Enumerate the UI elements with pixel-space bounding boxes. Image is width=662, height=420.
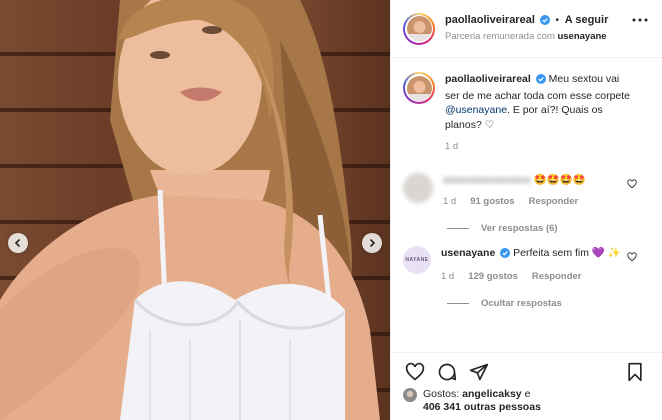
caption-avatar[interactable] [403,72,435,104]
caption-mention[interactable]: @usenayane [445,104,507,116]
comment-username[interactable]: xxxxxxxxxxxxxxx [443,174,531,186]
view-replies-button[interactable]: Ver respostas (6) [447,223,651,234]
likes-prefix: Gostos: [423,388,460,400]
author-avatar[interactable] [403,12,435,45]
reply-button[interactable]: Responder [532,270,582,285]
paid-partnership-label: Parceria remunerada com usenayane [445,31,607,42]
comment: xxxxxxxxxxxxxxx 🤩🤩🤩🤩 1 d 91 gostos Respo… [403,172,651,210]
verified-icon [500,247,511,263]
comment-likes[interactable]: 91 gostos [470,195,514,210]
separator-dot: • [555,15,559,26]
comment-meta: 1 d 91 gostos Responder [443,195,633,210]
caption-meta: 1 d [445,140,635,155]
caption-username[interactable]: paollaoliveirareal [445,73,531,85]
caption: paollaoliveirareal Meu sextou vai ser de… [403,72,651,155]
chevron-right-icon [369,238,376,248]
verified-icon [539,15,550,30]
share-icon[interactable] [469,362,489,382]
partner-link[interactable]: usenayane [557,31,606,42]
post-header: paollaoliveirareal • A seguir Parceria r… [391,0,662,58]
following-button[interactable]: A seguir [565,14,609,26]
selfie-illustration [0,0,380,420]
comment: NAYANE usenayane Perfeita sem fim 💜 ✨ 1 … [403,245,651,285]
comment-text: 🤩🤩🤩🤩 [533,173,586,186]
comment-meta: 1 d 129 gostos Responder [441,270,631,285]
bookmark-icon[interactable] [625,362,645,382]
likes-count[interactable]: 406 341 outras pessoas [423,401,541,413]
chevron-left-icon [14,238,21,248]
partner-avatar[interactable]: NAYANE [403,245,431,274]
comment-time[interactable]: 1 d [441,270,454,285]
likes-summary: Gostos: angelicaksy e 406 341 outras pes… [403,388,541,414]
verified-icon [535,74,546,89]
post-photo [0,0,390,420]
heart-icon[interactable] [627,178,637,189]
hide-replies-button[interactable]: Ocultar respostas [447,298,651,309]
comment-icon[interactable] [437,362,457,382]
instagram-post: paollaoliveirareal • A seguir Parceria r… [0,0,662,420]
comment-text: Perfeita sem fim 💜 ✨ [510,246,621,259]
author-username[interactable]: paollaoliveirareal [445,14,535,26]
next-photo-button[interactable] [362,233,382,253]
likes-connector: e [524,388,531,400]
commenter-avatar[interactable] [403,172,433,203]
more-icon[interactable] [632,18,648,22]
comment-likes[interactable]: 129 gostos [468,270,518,285]
heart-icon[interactable] [627,251,637,262]
comment-time[interactable]: 1 d [443,195,456,210]
heart-emoji: ♡ [484,118,495,131]
reply-button[interactable]: Responder [529,195,579,210]
comments-section: paollaoliveirareal Meu sextou vai ser de… [391,58,662,352]
action-bar [391,352,662,390]
previous-photo-button[interactable] [8,233,28,253]
liker-avatar[interactable] [403,388,417,402]
post-sidebar: paollaoliveirareal • A seguir Parceria r… [390,0,662,420]
comment-username[interactable]: usenayane [441,247,495,259]
caption-time[interactable]: 1 d [445,140,458,155]
heart-icon[interactable] [405,362,425,382]
liker-username[interactable]: angelicaksy [462,388,522,400]
